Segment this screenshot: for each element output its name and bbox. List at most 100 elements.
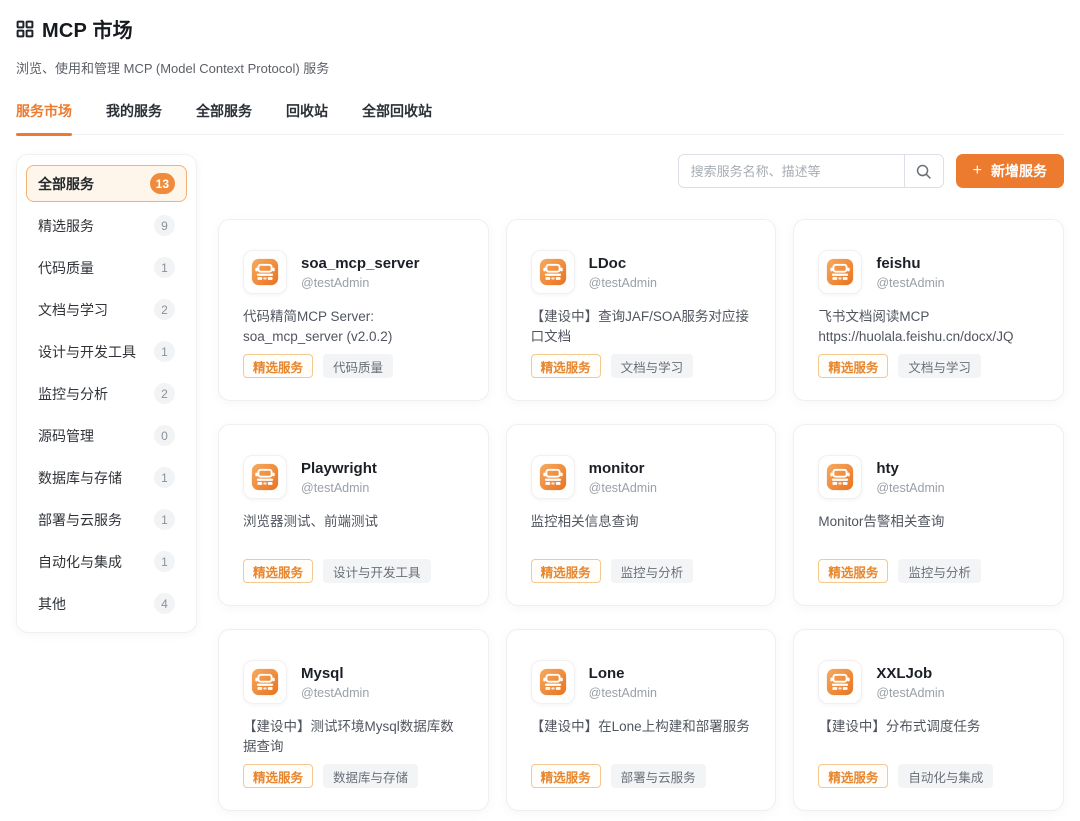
service-name: LDoc — [589, 255, 657, 272]
service-author: @testAdmin — [301, 686, 369, 700]
service-author: @testAdmin — [301, 481, 377, 495]
truck-app-icon — [538, 257, 568, 287]
tab-label: 全部服务 — [196, 103, 252, 119]
sidebar-category-item[interactable]: 文档与学习 2 — [26, 291, 187, 328]
service-card[interactable]: feishu @testAdmin 飞书文档阅读MCP https://huol… — [793, 219, 1064, 401]
category-label: 部署与云服务 — [38, 510, 122, 530]
category-tag: 文档与学习 — [611, 354, 694, 378]
service-card[interactable]: soa_mcp_server @testAdmin 代码精简MCP Server… — [218, 219, 489, 401]
service-card[interactable]: hty @testAdmin Monitor告警相关查询 精选服务 监控与分析 — [793, 424, 1064, 606]
category-tag: 代码质量 — [323, 354, 393, 378]
tab-item[interactable]: 我的服务 — [106, 101, 162, 134]
sidebar-category-item[interactable]: 数据库与存储 1 — [26, 459, 187, 496]
tab-label: 我的服务 — [106, 103, 162, 119]
featured-badge: 精选服务 — [243, 559, 313, 583]
sidebar-category-item[interactable]: 自动化与集成 1 — [26, 543, 187, 580]
service-author: @testAdmin — [589, 686, 657, 700]
featured-badge: 精选服务 — [243, 764, 313, 788]
truck-app-icon — [538, 462, 568, 492]
featured-badge: 精选服务 — [531, 764, 601, 788]
service-card[interactable]: Playwright @testAdmin 浏览器测试、前端测试 精选服务 设计… — [218, 424, 489, 606]
category-count-badge: 1 — [154, 467, 175, 488]
toolbar: + 新增服务 — [218, 154, 1064, 188]
category-count-badge: 13 — [150, 173, 175, 194]
truck-app-icon — [825, 257, 855, 287]
tab-item[interactable]: 全部服务 — [196, 101, 252, 134]
category-label: 自动化与集成 — [38, 552, 122, 572]
category-tag: 数据库与存储 — [323, 764, 418, 788]
sidebar-category-item[interactable]: 设计与开发工具 1 — [26, 333, 187, 370]
search-button[interactable] — [904, 155, 943, 187]
service-name: monitor — [589, 460, 657, 477]
category-count-badge: 1 — [154, 551, 175, 572]
category-count-badge: 0 — [154, 425, 175, 446]
service-card[interactable]: monitor @testAdmin 监控相关信息查询 精选服务 监控与分析 — [506, 424, 777, 606]
sidebar-category-item[interactable]: 其他 4 — [26, 585, 187, 622]
category-tag: 监控与分析 — [611, 559, 694, 583]
service-author: @testAdmin — [876, 276, 944, 290]
tab-item[interactable]: 回收站 — [286, 101, 328, 134]
service-author: @testAdmin — [876, 481, 944, 495]
category-tag: 部署与云服务 — [611, 764, 706, 788]
service-card[interactable]: Lone @testAdmin 【建设中】在Lone上构建和部署服务 精选服务 … — [506, 629, 777, 811]
sidebar-category-item[interactable]: 精选服务 9 — [26, 207, 187, 244]
featured-badge: 精选服务 — [818, 354, 888, 378]
truck-app-icon — [250, 462, 280, 492]
tab-item[interactable]: 全部回收站 — [362, 101, 432, 134]
sidebar-category-item[interactable]: 源码管理 0 — [26, 417, 187, 454]
add-service-button[interactable]: + 新增服务 — [956, 154, 1064, 188]
search-input[interactable] — [679, 155, 904, 187]
service-icon-frame — [818, 455, 862, 499]
service-name: soa_mcp_server — [301, 255, 419, 272]
plus-icon: + — [973, 163, 982, 179]
service-icon-frame — [243, 250, 287, 294]
service-author: @testAdmin — [589, 481, 657, 495]
service-icon-frame — [531, 660, 575, 704]
truck-app-icon — [538, 667, 568, 697]
tab-label: 服务市场 — [16, 103, 72, 119]
service-description: 【建设中】测试环境Mysql数据库数据查询 — [243, 717, 464, 758]
grid-icon — [16, 20, 34, 38]
service-name: feishu — [876, 255, 944, 272]
category-tag: 文档与学习 — [898, 354, 981, 378]
service-description: 代码精简MCP Server: soa_mcp_server (v2.0.2) — [243, 307, 464, 348]
page-header: MCP 市场 浏览、使用和管理 MCP (Model Context Proto… — [0, 0, 1080, 77]
tab-label: 全部回收站 — [362, 103, 432, 119]
category-tag: 监控与分析 — [898, 559, 981, 583]
mcp-marketplace-page: MCP 市场 浏览、使用和管理 MCP (Model Context Proto… — [0, 0, 1080, 821]
service-description: 浏览器测试、前端测试 — [243, 512, 464, 532]
category-count-badge: 2 — [154, 383, 175, 404]
sidebar-category-item[interactable]: 全部服务 13 — [26, 165, 187, 202]
service-card[interactable]: LDoc @testAdmin 【建设中】查询JAF/SOA服务对应接口文档 精… — [506, 219, 777, 401]
service-name: Mysql — [301, 665, 369, 682]
category-label: 文档与学习 — [38, 300, 108, 320]
sidebar-category-item[interactable]: 部署与云服务 1 — [26, 501, 187, 538]
category-label: 源码管理 — [38, 426, 94, 446]
featured-badge: 精选服务 — [531, 354, 601, 378]
search-box — [678, 154, 944, 188]
category-label: 精选服务 — [38, 216, 94, 236]
service-card[interactable]: XXLJob @testAdmin 【建设中】分布式调度任务 精选服务 自动化与… — [793, 629, 1064, 811]
truck-app-icon — [250, 667, 280, 697]
sidebar-category-item[interactable]: 代码质量 1 — [26, 249, 187, 286]
category-label: 全部服务 — [38, 174, 94, 194]
category-label: 代码质量 — [38, 258, 94, 278]
service-name: Playwright — [301, 460, 377, 477]
page-title: MCP 市场 — [42, 14, 133, 43]
main-area: + 新增服务 — [218, 154, 1064, 811]
tab-item[interactable]: 服务市场 — [16, 101, 72, 134]
sidebar-category-item[interactable]: 监控与分析 2 — [26, 375, 187, 412]
service-name: XXLJob — [876, 665, 944, 682]
category-tag: 自动化与集成 — [898, 764, 993, 788]
service-name: hty — [876, 460, 944, 477]
service-description: 【建设中】分布式调度任务 — [818, 717, 1039, 737]
service-author: @testAdmin — [301, 276, 419, 290]
service-card[interactable]: Mysql @testAdmin 【建设中】测试环境Mysql数据库数据查询 精… — [218, 629, 489, 811]
featured-badge: 精选服务 — [818, 559, 888, 583]
service-description: 飞书文档阅读MCP https://huolala.feishu.cn/docx… — [818, 307, 1039, 348]
featured-badge: 精选服务 — [531, 559, 601, 583]
service-description: 【建设中】查询JAF/SOA服务对应接口文档 — [531, 307, 752, 348]
tab-bar: 服务市场 我的服务 全部服务 回收站 全部回收站 — [16, 101, 1064, 135]
service-author: @testAdmin — [589, 276, 657, 290]
truck-app-icon — [825, 667, 855, 697]
